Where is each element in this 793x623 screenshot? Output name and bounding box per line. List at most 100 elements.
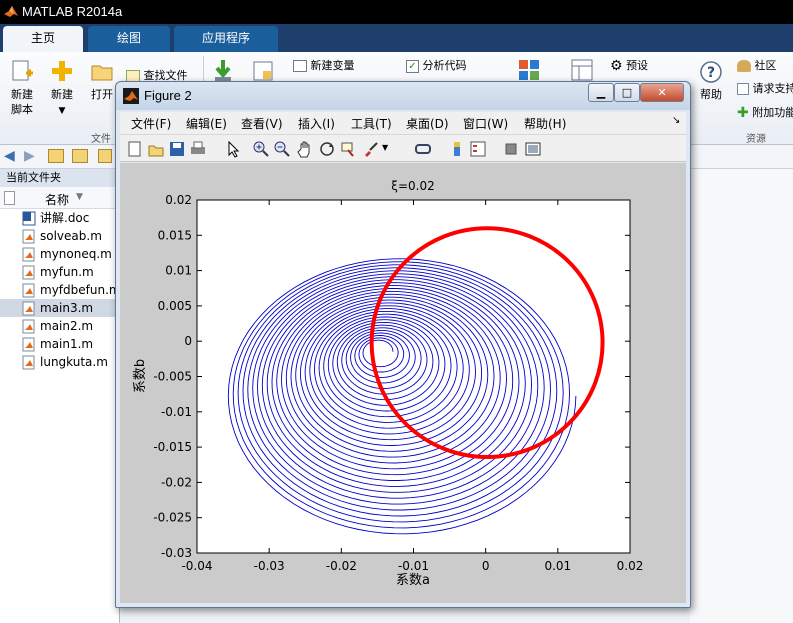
matlab-logo-icon xyxy=(123,88,139,104)
x-tick-label: -0.01 xyxy=(398,559,429,573)
file-list-item[interactable]: main3.m xyxy=(0,299,119,317)
request-support-button[interactable]: 请求支持 xyxy=(737,81,793,97)
y-tick-label: -0.015 xyxy=(153,440,192,454)
data-cursor-icon[interactable] xyxy=(340,140,358,158)
zoom-out-icon[interactable] xyxy=(273,140,291,158)
y-tick-label: 0.005 xyxy=(158,299,192,313)
file-list-item[interactable]: solveab.m xyxy=(0,227,119,245)
tab-apps[interactable]: 应用程序 xyxy=(174,26,278,52)
file-list-item[interactable]: mynoneq.m xyxy=(0,245,119,263)
chart-title: ξ=0.02 xyxy=(391,179,434,193)
link-icon[interactable] xyxy=(414,140,432,158)
file-list-item[interactable]: main1.m xyxy=(0,335,119,353)
browse-folder-icon[interactable] xyxy=(72,149,88,163)
path-folder-icon[interactable] xyxy=(98,149,112,163)
help-button[interactable]: ? 帮助 xyxy=(695,60,727,102)
brush-icon[interactable] xyxy=(362,140,380,158)
hide-plot-tools-icon[interactable] xyxy=(502,140,520,158)
new-figure-icon[interactable] xyxy=(126,140,144,158)
new-dropdown-icon: ▼ xyxy=(58,106,66,116)
preferences-button[interactable]: ⚙ 预设 xyxy=(610,58,648,74)
request-support-label: 请求支持 xyxy=(752,82,793,95)
menu-tools[interactable]: 工具(T) xyxy=(351,115,392,132)
up-folder-icon[interactable] xyxy=(48,149,64,163)
figure-window: Figure 2 ▁ □ ✕ 文件(F) 编辑(E) 查看(V) 插入(I) 工… xyxy=(115,81,691,608)
new-variable-icon xyxy=(293,60,307,72)
help-icon: ? xyxy=(700,61,722,83)
menu-help[interactable]: 帮助(H) xyxy=(524,115,566,132)
svg-text:?: ? xyxy=(707,65,715,81)
menu-dock-arrow-icon[interactable]: ↘ xyxy=(672,115,680,126)
file-list-item[interactable]: lungkuta.m xyxy=(0,353,119,371)
minimize-button[interactable]: ▁ xyxy=(588,83,614,102)
file-list-item[interactable]: main2.m xyxy=(0,317,119,335)
file-list-item[interactable]: myfun.m xyxy=(0,263,119,281)
pan-icon[interactable] xyxy=(296,140,314,158)
forward-arrow-icon[interactable]: ▶ xyxy=(24,148,35,164)
rotate-icon[interactable] xyxy=(318,140,336,158)
select-all-icon[interactable] xyxy=(4,191,15,205)
file-group-label: 文件 xyxy=(91,134,111,145)
tab-home[interactable]: 主页 xyxy=(3,26,83,52)
new-variable-button[interactable]: 新建变量 xyxy=(293,58,355,74)
open-label: 打开 xyxy=(91,88,113,101)
print-icon[interactable] xyxy=(189,140,207,158)
maximize-button[interactable]: □ xyxy=(614,83,640,102)
legend-icon[interactable] xyxy=(469,140,487,158)
file-list-item[interactable]: 讲解.doc xyxy=(0,209,119,227)
matlab-logo-icon xyxy=(4,6,18,17)
back-arrow-icon[interactable]: ◀ xyxy=(4,148,15,164)
x-tick-label: -0.03 xyxy=(254,559,285,573)
close-icon: ✕ xyxy=(657,86,667,99)
sort-caret-icon[interactable]: ▼ xyxy=(76,192,83,202)
current-folder-header: 当前文件夹 xyxy=(0,169,120,187)
name-column-header[interactable]: 名称 xyxy=(45,191,69,208)
menu-window[interactable]: 窗口(W) xyxy=(463,115,508,132)
new-script-label-1: 新建 xyxy=(11,88,33,101)
file-name: main2.m xyxy=(40,319,94,333)
save-icon[interactable] xyxy=(168,140,186,158)
minimize-icon: ▁ xyxy=(596,86,606,99)
show-plot-tools-icon[interactable] xyxy=(524,140,542,158)
community-icon xyxy=(737,60,751,72)
menu-insert[interactable]: 插入(I) xyxy=(298,115,335,132)
figure-titlebar[interactable]: Figure 2 ▁ □ ✕ xyxy=(116,82,690,110)
resources-group-label: 资源 xyxy=(746,134,766,145)
menu-desktop[interactable]: 桌面(D) xyxy=(406,115,449,132)
new-label: 新建 xyxy=(51,88,73,101)
analyze-code-button[interactable]: ✓ 分析代码 xyxy=(406,58,467,74)
file-name: mynoneq.m xyxy=(40,247,112,261)
community-button[interactable]: 社区 xyxy=(737,58,777,74)
file-list-header: 名称 ▼ xyxy=(0,187,119,209)
phase-plot[interactable]: -0.04 -0.03 -0.02 -0.01 0 0.01 0.02 0.020.0150… xyxy=(120,163,686,603)
open-icon[interactable] xyxy=(147,140,165,158)
pointer-icon[interactable] xyxy=(224,140,242,158)
y-tick-label: 0 xyxy=(184,334,192,348)
tab-plots[interactable]: 绘图 xyxy=(88,26,170,52)
close-button[interactable]: ✕ xyxy=(640,83,684,102)
layout-icon xyxy=(571,59,593,81)
menu-file[interactable]: 文件(F) xyxy=(131,115,171,132)
new-script-label-2: 脚本 xyxy=(11,103,33,116)
new-button[interactable]: 新建 ▼ xyxy=(44,58,80,119)
m-file-icon xyxy=(22,247,35,262)
y-axis-label: 系数b xyxy=(133,359,148,393)
ribbon-tabs: 主页 绘图 应用程序 xyxy=(0,24,793,52)
gear-icon: ⚙ xyxy=(610,58,623,74)
file-name: main1.m xyxy=(40,337,94,351)
menu-edit[interactable]: 编辑(E) xyxy=(186,115,227,132)
zoom-in-icon[interactable] xyxy=(252,140,270,158)
brush-dropdown-icon[interactable]: ▼ xyxy=(382,143,400,161)
add-ons-plus-icon: ✚ xyxy=(737,105,749,121)
m-file-icon xyxy=(22,301,35,316)
new-script-button[interactable]: 新建 脚本 xyxy=(4,58,40,117)
file-name: 讲解.doc xyxy=(40,211,90,225)
colorbar-icon[interactable] xyxy=(448,140,466,158)
file-name: myfun.m xyxy=(40,265,94,279)
menu-view[interactable]: 查看(V) xyxy=(241,115,283,132)
m-file-icon xyxy=(22,319,35,334)
add-ons-button[interactable]: ✚ 附加功能 xyxy=(737,105,793,121)
app-titlebar: MATLAB R2014a xyxy=(0,0,793,24)
x-tick-label: 0 xyxy=(482,559,490,573)
file-list-item[interactable]: myfdbefun.m xyxy=(0,281,121,299)
